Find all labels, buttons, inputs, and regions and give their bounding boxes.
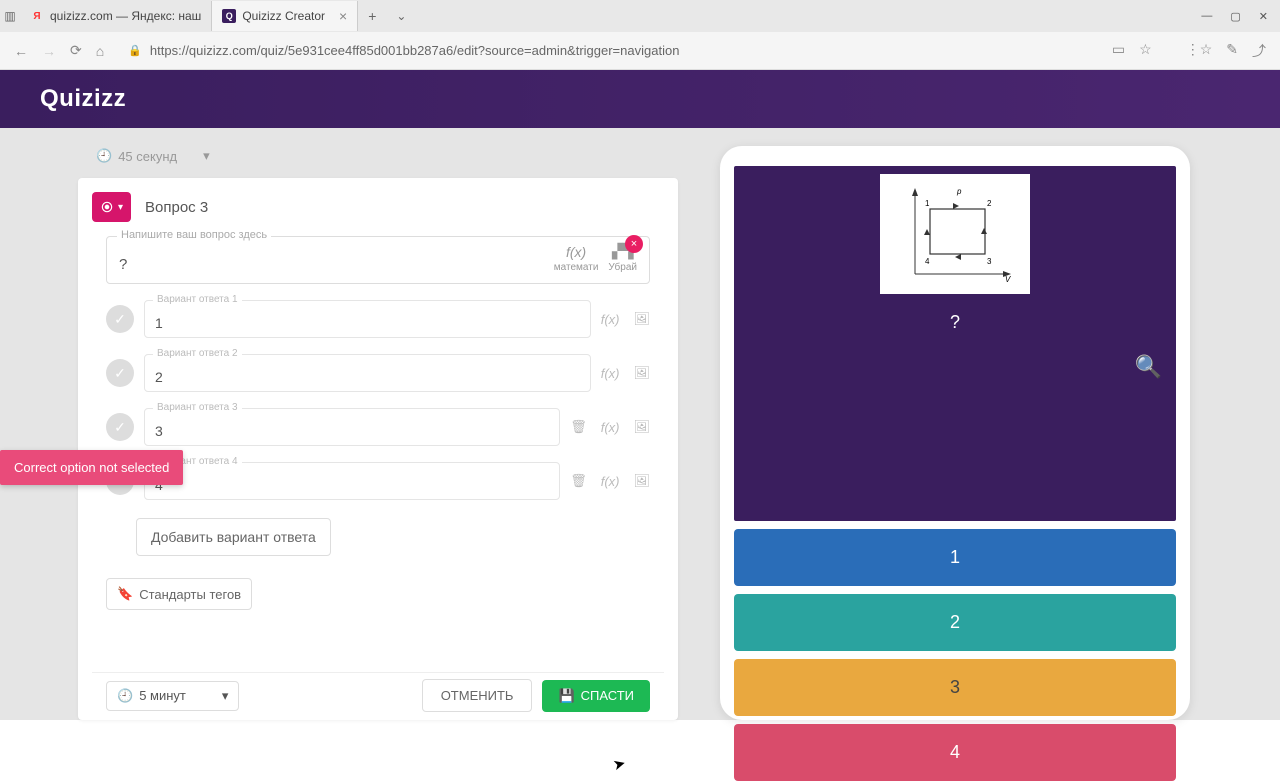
answer-input-1[interactable]: Вариант ответа 1 1 — [144, 300, 591, 338]
tag-icon: 🔖 — [117, 586, 133, 602]
refresh-icon[interactable]: ⟳ — [70, 42, 82, 59]
quizizz-favicon: Q — [222, 9, 236, 23]
answer-row-3: ✓ Вариант ответа 3 3 🗑 f(x) 🖼 — [106, 404, 650, 450]
mark-correct-3[interactable]: ✓ — [106, 413, 134, 441]
chevron-down-icon: ▾ — [222, 688, 229, 704]
back-icon[interactable]: ← — [14, 43, 28, 59]
home-icon[interactable]: ⌂ — [96, 43, 104, 59]
preview-question: ? — [742, 312, 1168, 333]
timer-dropdown[interactable]: 🕘 45 секунд ▾ — [78, 146, 678, 178]
mark-correct-1[interactable]: ✓ — [106, 305, 134, 333]
math-icon[interactable]: f(x) — [601, 366, 620, 381]
question-number: Вопрос 3 — [145, 199, 208, 216]
tab-1-title: quizizz.com — Яндекс: наш — [50, 9, 201, 23]
delete-icon[interactable]: 🗑 — [570, 419, 587, 435]
answer-row-4: ✓ Вариант ответа 4 4 🗑 f(x) 🖼 — [106, 458, 650, 504]
save-button[interactable]: 💾 СПАСТИ — [542, 680, 650, 712]
save-icon: 💾 — [558, 688, 574, 704]
close-tab-icon[interactable]: × — [339, 8, 347, 24]
close-window-icon[interactable]: ✕ — [1259, 10, 1268, 23]
answer-input-2[interactable]: Вариант ответа 2 2 — [144, 354, 591, 392]
question-input[interactable]: Напишите ваш вопрос здесь ? f(x) математ… — [106, 236, 650, 284]
add-option-button[interactable]: Добавить вариант ответа — [136, 518, 331, 556]
preview-option-4[interactable]: 4 — [734, 724, 1176, 781]
duration-select[interactable]: 🕘 5 минут ▾ — [106, 681, 239, 711]
reader-icon[interactable]: ▭ — [1112, 41, 1125, 61]
image-icon[interactable]: 🖼 — [633, 365, 650, 381]
yandex-icon: Я — [30, 9, 44, 23]
clock-icon: 🕘 — [117, 688, 133, 704]
preview-option-2[interactable]: 2 — [734, 594, 1176, 651]
new-tab-button[interactable]: + — [358, 8, 386, 24]
error-toast: Correct option not selected — [0, 450, 183, 485]
readlist-icon[interactable]: ▥ — [4, 9, 15, 23]
math-icon[interactable]: f(x) — [601, 312, 620, 327]
question-placeholder: Напишите ваш вопрос здесь — [117, 229, 271, 241]
browser-tab-1[interactable]: Я quizizz.com — Яндекс: наш — [20, 1, 212, 31]
clock-icon: 🕘 — [96, 148, 112, 164]
quizizz-logo[interactable]: Quizizz — [40, 85, 126, 113]
math-label: математи — [554, 262, 599, 273]
favorites-bar-icon[interactable]: ⋮☆ — [1186, 41, 1213, 61]
cancel-button[interactable]: ОТМЕНИТЬ — [422, 679, 533, 712]
question-image: p V 1 2 3 4 — [880, 174, 1030, 294]
question-value: ? — [119, 244, 544, 273]
svg-text:1: 1 — [925, 199, 930, 208]
answer-input-3[interactable]: Вариант ответа 3 3 — [144, 408, 560, 446]
cursor-icon: ➤ — [611, 754, 628, 775]
math-icon[interactable]: f(x) — [566, 244, 586, 260]
main-content: Correct option not selected 🕘 45 секунд … — [0, 128, 1280, 720]
favorite-icon[interactable]: ☆ — [1139, 41, 1152, 61]
mobile-preview: p V 1 2 3 4 ? 🔍 1 2 3 4 — [720, 146, 1190, 720]
zoom-icon[interactable]: 🔍 — [1135, 354, 1162, 380]
svg-text:V: V — [1005, 275, 1011, 284]
url-text: https://quizizz.com/quiz/5e931cee4ff85d0… — [150, 43, 680, 58]
answer-row-2: ✓ Вариант ответа 2 2 f(x) 🖼 — [106, 350, 650, 396]
timer-value: 45 секунд — [118, 149, 177, 164]
maximize-icon[interactable]: ▢ — [1230, 10, 1240, 23]
tab-overflow-icon[interactable]: ⌄ — [386, 9, 416, 23]
preview-option-1[interactable]: 1 — [734, 529, 1176, 586]
answer-input-4[interactable]: Вариант ответа 4 4 — [144, 462, 560, 500]
notes-icon[interactable]: ✎ — [1226, 41, 1238, 61]
preview-screen: p V 1 2 3 4 ? 🔍 — [734, 166, 1176, 521]
window-titlebar: ▥ Я quizizz.com — Яндекс: наш Q Quizizz … — [0, 0, 1280, 32]
delete-icon[interactable]: 🗑 — [570, 473, 587, 489]
browser-tab-2[interactable]: Q Quizizz Creator × — [212, 1, 358, 31]
math-icon[interactable]: f(x) — [601, 474, 620, 489]
chevron-down-icon: ▾ — [118, 202, 123, 213]
svg-text:2: 2 — [987, 199, 992, 208]
math-icon[interactable]: f(x) — [601, 420, 620, 435]
lock-icon: 🔒 — [128, 44, 142, 57]
standards-button[interactable]: 🔖 Стандарты тегов — [106, 578, 252, 610]
chevron-down-icon: ▾ — [203, 148, 210, 164]
app-header: Quizizz — [0, 70, 1280, 128]
address-bar[interactable]: 🔒 https://quizizz.com/quiz/5e931cee4ff85… — [118, 43, 1098, 58]
remove-label: Убрай — [608, 262, 637, 273]
image-icon[interactable]: 🖼 — [633, 311, 650, 327]
minimize-icon[interactable]: — — [1201, 10, 1212, 23]
question-type-button[interactable]: ▾ — [92, 192, 131, 222]
image-icon[interactable]: 🖼 — [633, 473, 650, 489]
mark-correct-2[interactable]: ✓ — [106, 359, 134, 387]
forward-icon[interactable]: → — [42, 43, 56, 59]
editor-footer: 🕘 5 минут ▾ ОТМЕНИТЬ 💾 СПАСТИ — [92, 672, 664, 720]
preview-option-3[interactable]: 3 — [734, 659, 1176, 716]
image-icon[interactable]: 🖼 — [633, 419, 650, 435]
tab-2-title: Quizizz Creator — [242, 9, 325, 23]
share-icon[interactable]: ⤴ — [1252, 41, 1266, 61]
svg-text:4: 4 — [925, 257, 930, 266]
svg-text:3: 3 — [987, 257, 992, 266]
answer-row-1: ✓ Вариант ответа 1 1 f(x) 🖼 — [106, 296, 650, 342]
question-editor-card: ▾ Вопрос 3 Напишите ваш вопрос здесь ? f… — [78, 178, 678, 720]
svg-text:p: p — [956, 187, 962, 196]
remove-image-icon[interactable]: × — [625, 235, 643, 253]
browser-toolbar: ← → ⟳ ⌂ 🔒 https://quizizz.com/quiz/5e931… — [0, 32, 1280, 70]
